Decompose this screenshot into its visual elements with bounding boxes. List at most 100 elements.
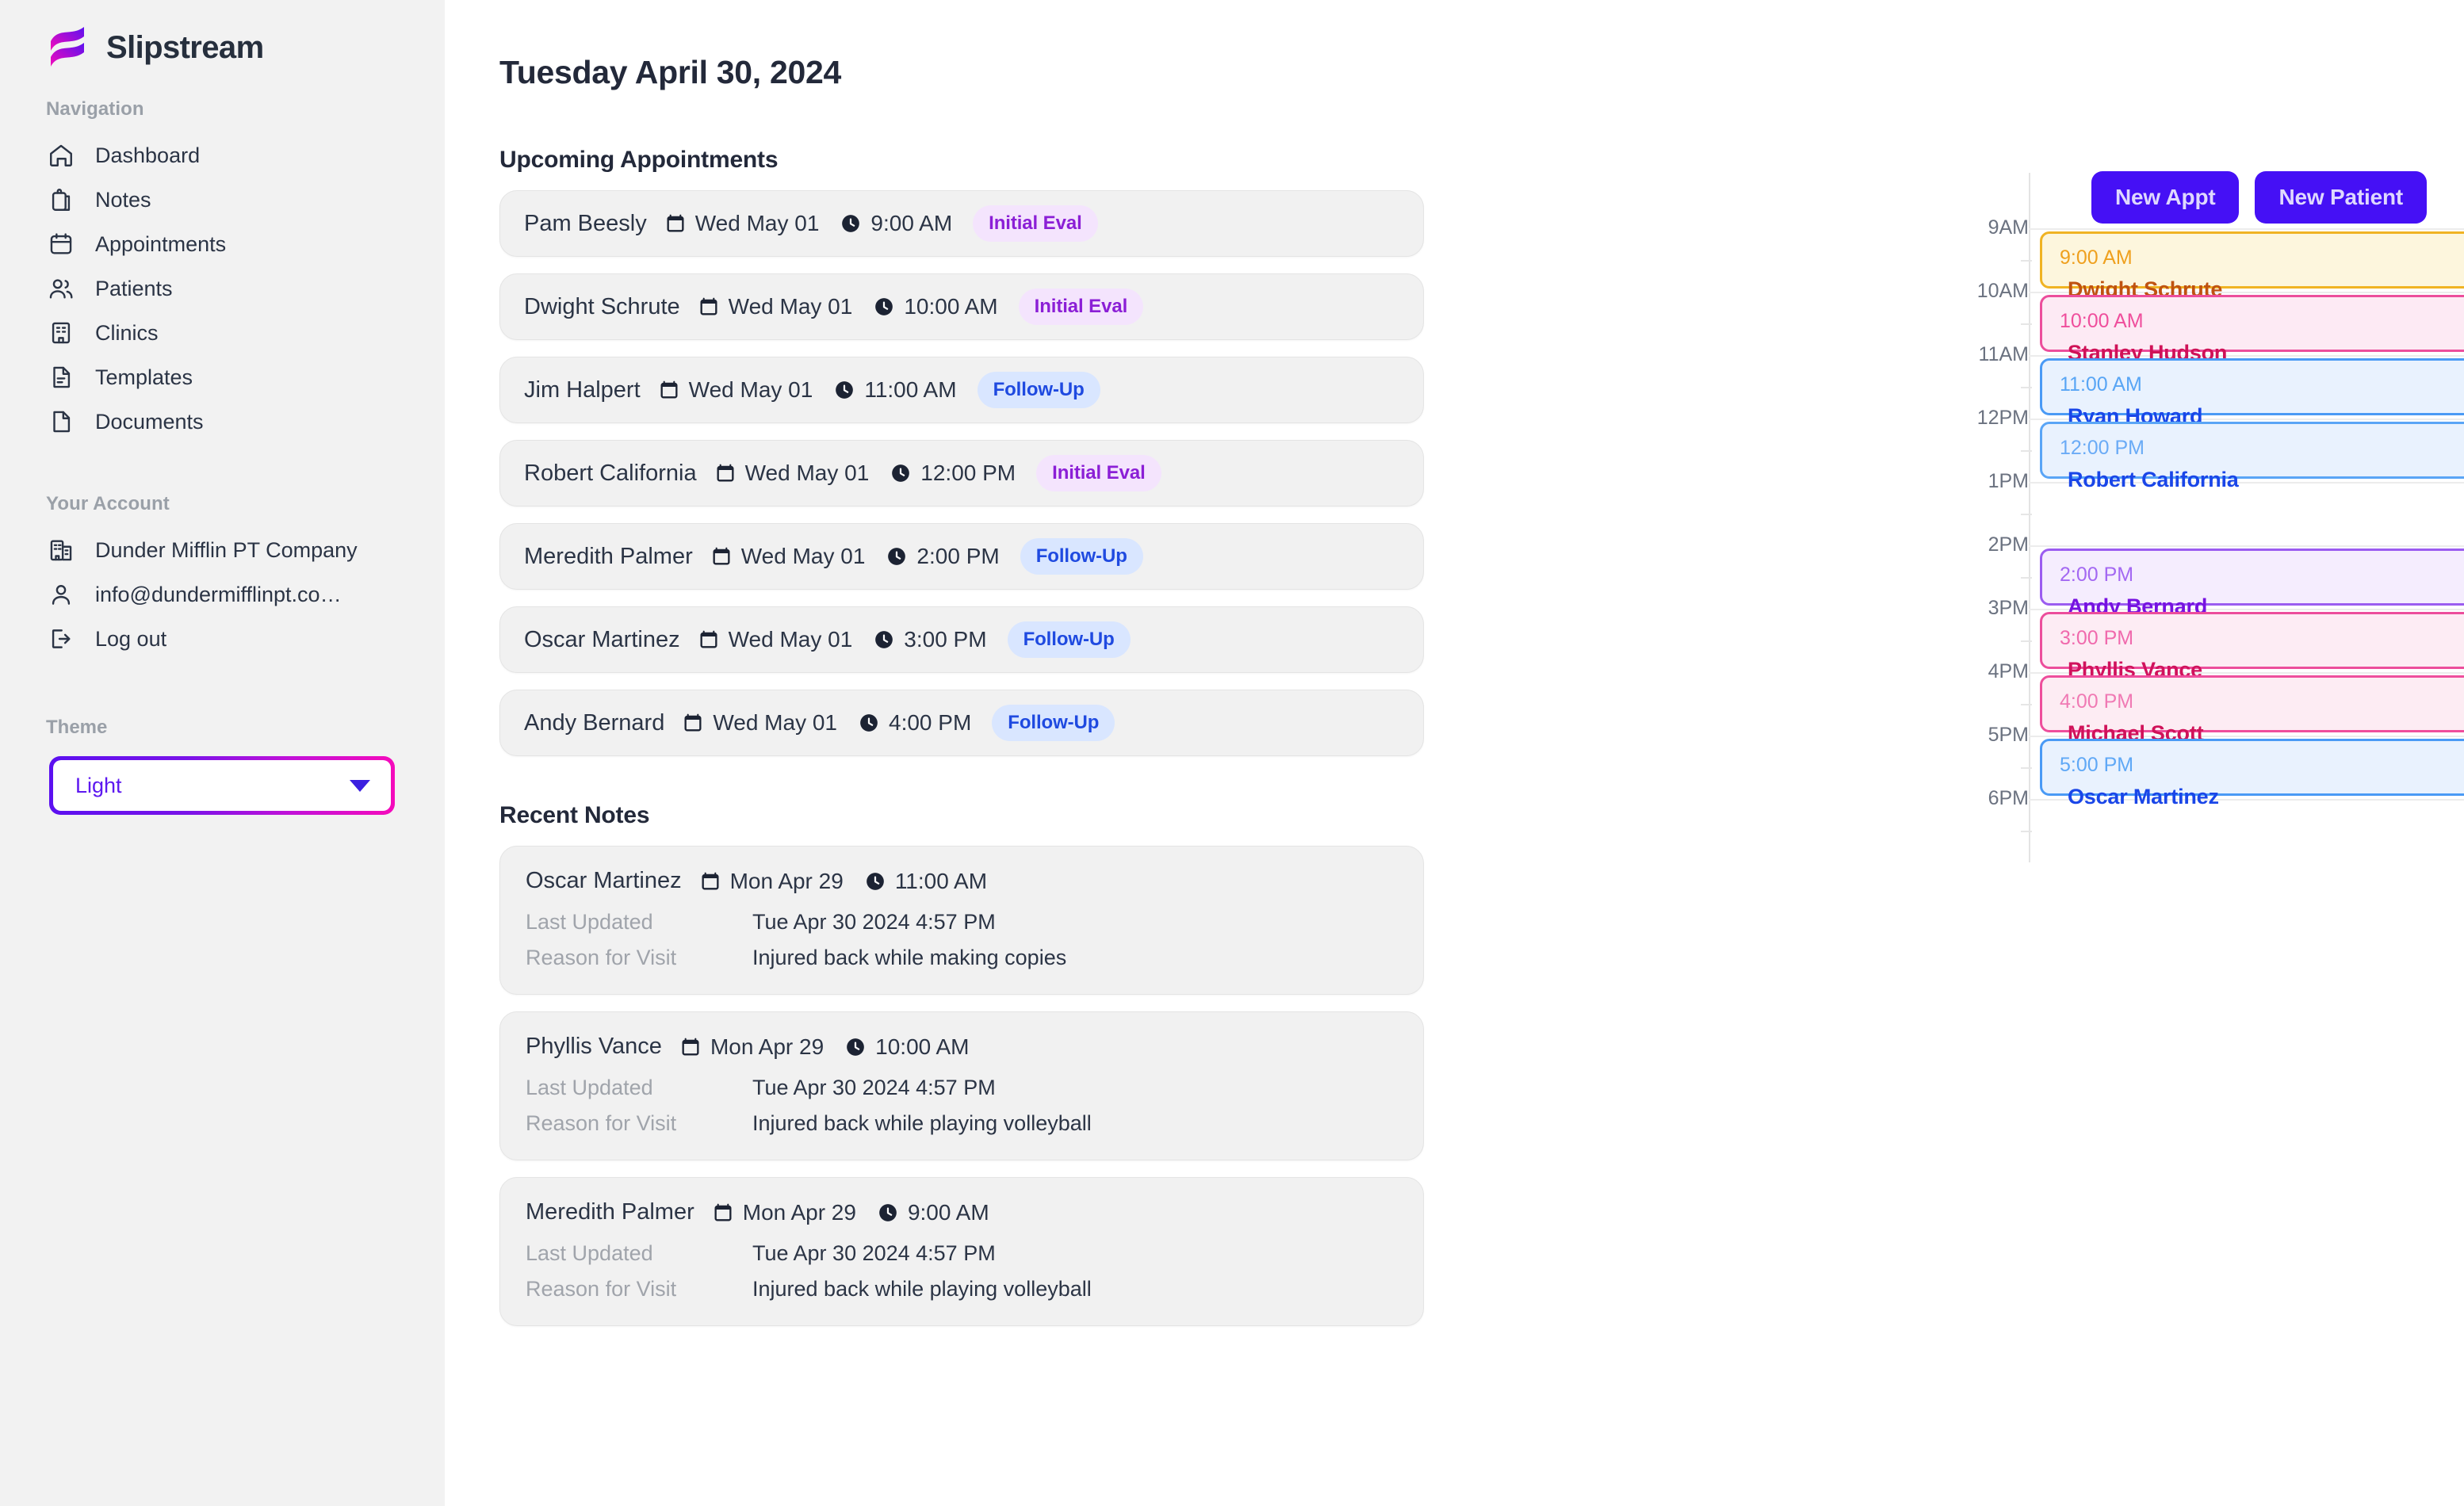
appointment-card[interactable]: Meredith PalmerWed May 012:00 PMFollow-U… — [499, 523, 1424, 590]
calendar-half-hour-tick — [2021, 387, 2032, 388]
upcoming-appointments-title: Upcoming Appointments — [499, 147, 1424, 174]
appointment-date: Wed May 01 — [729, 627, 853, 652]
calendar-icon — [710, 545, 733, 568]
calendar-event[interactable]: 4:00 PMMichael Scott — [2040, 675, 2464, 732]
appointment-card[interactable]: Robert CaliforniaWed May 0112:00 PMIniti… — [499, 440, 1424, 506]
calendar-icon — [48, 231, 75, 258]
clipboard-icon — [48, 186, 75, 213]
calendar-icon — [699, 870, 721, 893]
users-icon — [48, 275, 75, 302]
calendar-grid: 9AM10AM11AM12PM1PM2PM3PM4PM5PM6PM9:00 AM… — [1961, 228, 2464, 862]
file-icon — [48, 408, 75, 435]
day-calendar: 9AM10AM11AM12PM1PM2PM3PM4PM5PM6PM9:00 AM… — [1961, 228, 2464, 862]
theme-select[interactable]: Light — [49, 756, 395, 815]
calendar-icon — [712, 1202, 734, 1224]
calendar-icon — [658, 379, 680, 401]
note-reason-value: Injured back while making copies — [752, 946, 1066, 970]
calendar-half-hour-tick — [2021, 704, 2032, 705]
brand[interactable]: Slipstream — [0, 0, 445, 70]
calendar-hour-label: 9AM — [1988, 216, 2029, 239]
calendar-hour-label: 11AM — [1979, 343, 2029, 366]
note-last-updated-label: Last Updated — [526, 910, 752, 935]
appointment-patient-name: Dwight Schrute — [524, 294, 680, 320]
sidebar-item-notes[interactable]: Notes — [0, 178, 445, 222]
sidebar-item-email[interactable]: info@dundermifflinpt.co… — [0, 572, 445, 617]
note-reason-label: Reason for Visit — [526, 1277, 752, 1302]
calendar-event[interactable]: 10:00 AMStanley Hudson — [2040, 295, 2464, 352]
appointment-type-badge: Follow-Up — [1008, 621, 1131, 658]
sidebar-item-label: Patients — [95, 277, 173, 301]
appointment-time: 10:00 AM — [904, 294, 997, 319]
sidebar-item-patients[interactable]: Patients — [0, 266, 445, 311]
appointment-card[interactable]: Jim HalpertWed May 0111:00 AMFollow-Up — [499, 357, 1424, 423]
appointment-type-badge: Follow-Up — [1020, 538, 1143, 575]
appointment-card[interactable]: Dwight SchruteWed May 0110:00 AMInitial … — [499, 273, 1424, 340]
note-last-updated-value: Tue Apr 30 2024 4:57 PM — [752, 1241, 996, 1266]
appointment-time: 11:00 AM — [864, 377, 956, 403]
calendar-event[interactable]: 3:00 PMPhyllis Vance — [2040, 612, 2464, 669]
calendar-half-hour-tick — [2021, 640, 2032, 642]
sidebar-item-label: info@dundermifflinpt.co… — [95, 583, 342, 607]
appointment-date: Wed May 01 — [695, 211, 820, 236]
calendar-event[interactable]: 9:00 AMDwight Schrute — [2040, 231, 2464, 289]
sidebar: Slipstream Navigation Dashboard — [0, 0, 445, 1506]
calendar-event-time: 11:00 AM — [2060, 373, 2464, 396]
note-date: Mon Apr 29 — [743, 1200, 856, 1225]
note-patient-name: Oscar Martinez — [526, 868, 682, 894]
sidebar-item-label: Log out — [95, 627, 166, 652]
calendar-icon — [698, 629, 720, 651]
sidebar-item-clinics[interactable]: Clinics — [0, 311, 445, 355]
calendar-half-hour-tick — [2021, 831, 2032, 832]
appointment-patient-name: Jim Halpert — [524, 377, 641, 403]
appointment-card[interactable]: Oscar MartinezWed May 013:00 PMFollow-Up — [499, 606, 1424, 673]
note-card[interactable]: Phyllis VanceMon Apr 2910:00 AMLast Upda… — [499, 1011, 1424, 1160]
calendar-event[interactable]: 2:00 PMAndy Bernard — [2040, 549, 2464, 606]
new-appt-button[interactable]: New Appt — [2091, 171, 2239, 224]
calendar-half-hour-tick — [2021, 577, 2032, 579]
calendar-event-time: 3:00 PM — [2060, 627, 2464, 650]
note-reason-label: Reason for Visit — [526, 946, 752, 970]
main-content: Tuesday April 30, 2024 New Appt New Pati… — [445, 0, 2464, 1506]
appointments-list: Pam BeeslyWed May 019:00 AMInitial Eval D… — [499, 190, 1424, 756]
sidebar-item-logout[interactable]: Log out — [0, 617, 445, 661]
building-icon — [48, 319, 75, 346]
sidebar-item-documents[interactable]: Documents — [0, 399, 445, 444]
clock-icon — [890, 462, 912, 484]
clock-icon — [864, 870, 886, 893]
appointment-date: Wed May 01 — [729, 294, 853, 319]
theme-select-inner[interactable]: Light — [53, 760, 391, 811]
appointment-card[interactable]: Pam BeeslyWed May 019:00 AMInitial Eval — [499, 190, 1424, 257]
calendar-event-time: 9:00 AM — [2060, 247, 2464, 269]
sidebar-item-label: Appointments — [95, 232, 226, 257]
clock-icon — [877, 1202, 899, 1224]
note-last-updated-label: Last Updated — [526, 1241, 752, 1266]
calendar-hour-label: 5PM — [1988, 724, 2029, 747]
clock-icon — [873, 296, 895, 318]
sidebar-item-appointments[interactable]: Appointments — [0, 222, 445, 266]
sidebar-item-company[interactable]: Dunder Mifflin PT Company — [0, 528, 445, 572]
appointment-type-badge: Follow-Up — [992, 705, 1115, 741]
calendar-event[interactable]: 12:00 PMRobert California — [2040, 422, 2464, 479]
note-date: Mon Apr 29 — [730, 869, 844, 894]
theme-select-value: Light — [75, 774, 122, 798]
calendar-event-patient: Robert California — [2060, 468, 2464, 492]
sidebar-item-templates[interactable]: Templates — [0, 355, 445, 399]
appointment-date: Wed May 01 — [689, 377, 813, 403]
calendar-event[interactable]: 11:00 AMRyan Howard — [2040, 358, 2464, 415]
calendar-event[interactable]: 5:00 PMOscar Martinez — [2040, 739, 2464, 796]
new-patient-button[interactable]: New Patient — [2255, 171, 2427, 224]
sidebar-item-dashboard[interactable]: Dashboard — [0, 133, 445, 178]
appointment-card[interactable]: Andy BernardWed May 014:00 PMFollow-Up — [499, 690, 1424, 756]
home-icon — [48, 142, 75, 169]
note-patient-name: Phyllis Vance — [526, 1034, 662, 1060]
note-card[interactable]: Meredith PalmerMon Apr 299:00 AMLast Upd… — [499, 1177, 1424, 1326]
note-card[interactable]: Oscar MartinezMon Apr 2911:00 AMLast Upd… — [499, 846, 1424, 995]
note-patient-name: Meredith Palmer — [526, 1199, 694, 1225]
sidebar-item-label: Notes — [95, 188, 151, 212]
appointment-date: Wed May 01 — [713, 710, 837, 736]
calendar-hour-label: 3PM — [1988, 597, 2029, 620]
calendar-icon — [664, 212, 687, 235]
appointment-time: 2:00 PM — [916, 544, 999, 569]
appointment-time: 3:00 PM — [904, 627, 986, 652]
clock-icon — [873, 629, 895, 651]
